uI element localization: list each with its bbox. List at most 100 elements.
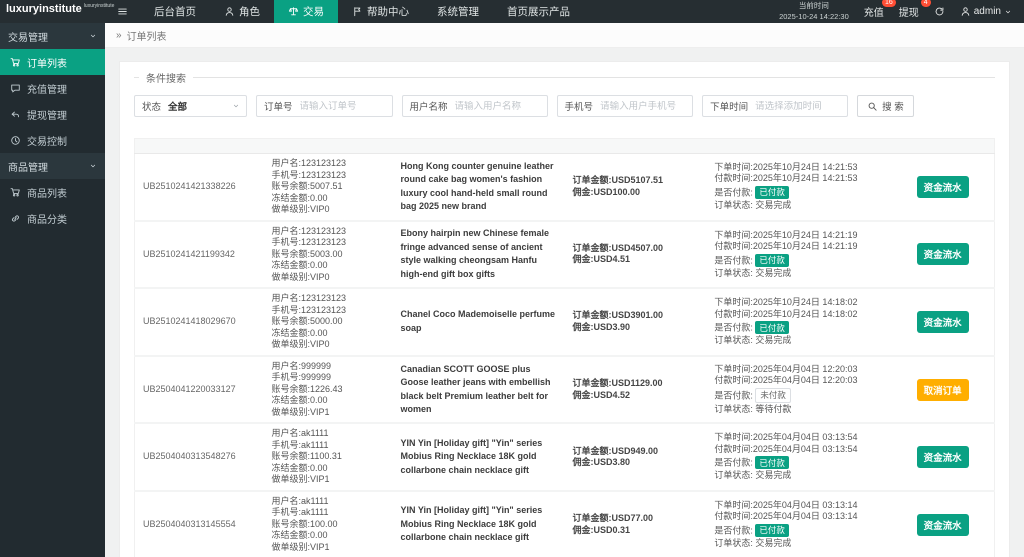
- user-info: 用户名:123123123 手机号:123123123 账号余额:5000.00…: [263, 288, 393, 357]
- status-select[interactable]: 全部: [168, 99, 246, 113]
- nav-item-label: 后台首页: [154, 6, 196, 18]
- order-times: 下单时间:2025年04月04日 03:13:54 付款时间:2025年04月0…: [714, 432, 858, 454]
- order-time-filter: 下单时间: [702, 95, 849, 117]
- status-label: 状态: [142, 102, 162, 113]
- topbar: luxuryinstitute luxuryinstitute 后台首页 角色 …: [0, 0, 1024, 23]
- nav-item[interactable]: 系统管理: [423, 0, 493, 23]
- chevron-down-icon: [89, 162, 97, 170]
- order-no-input[interactable]: [299, 100, 392, 112]
- table-header-cell: [263, 138, 393, 154]
- search-button[interactable]: 搜 索: [857, 95, 914, 117]
- withdraw-badge: 4: [920, 0, 931, 7]
- time-status-cell: 下单时间:2025年10月24日 14:18:02 付款时间:2025年10月2…: [706, 288, 892, 357]
- time-status-cell: 下单时间:2025年04月04日 12:20:03 付款时间:2025年04月0…: [706, 355, 892, 425]
- admin-menu[interactable]: admin: [960, 6, 1012, 17]
- pay-status-badge: 已付款: [755, 253, 789, 267]
- order-time-input[interactable]: [755, 100, 848, 112]
- username-label: 用户名称: [409, 102, 448, 113]
- action-button[interactable]: 资金流水: [916, 446, 969, 469]
- order-times: 下单时间:2025年10月24日 14:21:19 付款时间:2025年10月2…: [714, 229, 858, 252]
- pay-status-line: 是否付款: 已付款: [714, 456, 883, 470]
- refresh-button[interactable]: [934, 6, 945, 17]
- action-button[interactable]: 资金流水: [916, 310, 969, 333]
- username-input[interactable]: [454, 100, 547, 112]
- pay-status-badge: 已付款: [755, 456, 789, 470]
- order-status: 订单状态: 交易完成: [714, 267, 792, 278]
- order-number: UB2510241421338226: [134, 153, 264, 222]
- table-header-cell: [134, 138, 264, 154]
- pay-label: 是否付款:: [714, 322, 753, 333]
- pay-label: 是否付款:: [714, 187, 753, 198]
- order-time-label: 下单时间: [710, 102, 749, 113]
- status-value: 全部: [168, 102, 188, 113]
- action-button[interactable]: 资金流水: [916, 513, 969, 536]
- action-button[interactable]: 资金流水: [916, 243, 969, 266]
- nav-item[interactable]: 首页展示产品: [493, 0, 584, 23]
- main-area: » 订单列表 条件搜索 状态 全部 订单号 请输入订单号 用户名称 请输入用户名…: [105, 0, 1024, 557]
- order-status: 订单状态: 交易完成: [714, 335, 792, 346]
- recharge-label: 充值: [863, 8, 884, 19]
- nav-item-icon: [288, 6, 299, 17]
- time-status-cell: 下单时间:2025年10月24日 14:21:53 付款时间:2025年10月2…: [706, 153, 892, 222]
- table-row: UB2510241418029670 用户名:123123123 手机号:123…: [134, 288, 995, 357]
- pay-status-line: 是否付款: 已付款: [714, 253, 883, 267]
- order-number: UB2504040313145554: [134, 490, 264, 557]
- sidebar-item-icon: [10, 57, 21, 68]
- order-amount: 订单金额:USD77.00 佣金:USD0.31: [564, 490, 707, 557]
- time-status-cell: 下单时间:2025年04月04日 03:13:14 付款时间:2025年04月0…: [706, 490, 892, 557]
- sidebar-item[interactable]: 商品列表: [0, 179, 105, 205]
- nav-item[interactable]: 后台首页: [140, 0, 210, 23]
- product-name: Canadian SCOTT GOOSE plus Goose leather …: [392, 355, 565, 425]
- action-button[interactable]: 取消订单: [916, 378, 969, 401]
- order-no-label: 订单号: [264, 102, 293, 113]
- refresh-icon: [934, 6, 945, 17]
- pay-status-badge: 已付款: [755, 523, 789, 538]
- order-no-filter: 订单号: [256, 95, 393, 117]
- sidebar-item[interactable]: 充值管理: [0, 75, 105, 101]
- recharge-link[interactable]: 充值 16: [863, 0, 896, 19]
- time-status-cell: 下单时间:2025年10月24日 14:21:19 付款时间:2025年10月2…: [706, 220, 892, 290]
- withdraw-link[interactable]: 提现 4: [899, 0, 931, 19]
- sidebar-item[interactable]: 交易控制: [0, 127, 105, 153]
- table-header-cell: [392, 138, 565, 154]
- nav-item[interactable]: 交易: [274, 0, 338, 23]
- phone-filter: 手机号: [556, 95, 694, 117]
- top-nav: 后台首页 角色 交易 帮助中心 系统管理 首页展示产品: [140, 0, 584, 23]
- product-name: YIN Yin [Holiday gift] "Yin" series Mobi…: [392, 423, 565, 492]
- username-filter: 用户名称: [401, 95, 548, 117]
- table-header-cell: [564, 138, 707, 154]
- nav-item-icon: [352, 6, 363, 17]
- order-times: 下单时间:2025年10月24日 14:21:53 付款时间:2025年10月2…: [714, 161, 858, 184]
- nav-item[interactable]: 帮助中心: [338, 0, 423, 23]
- phone-input[interactable]: [600, 100, 693, 112]
- pay-status-badge: 已付款: [755, 321, 789, 335]
- status-filter: 状态 全部: [134, 95, 248, 117]
- table-row: UB2504041220033127 用户名:999999 手机号:999999…: [134, 355, 995, 425]
- user-info: 用户名:ak1111 手机号:ak1111 账号余额:100.00 冻结金额:0…: [263, 490, 393, 557]
- sidebar-item-label: 提现管理: [27, 110, 67, 122]
- order-times: 下单时间:2025年10月24日 14:18:02 付款时间:2025年10月2…: [714, 297, 858, 319]
- menu-toggle-button[interactable]: [105, 0, 140, 23]
- filter-panel: 条件搜索 状态 全部 订单号 用户名称: [134, 70, 995, 128]
- sidebar-item-label: 商品分类: [27, 214, 67, 226]
- sidebar-item[interactable]: 商品管理: [0, 153, 105, 179]
- table-row: UB2504040313548276 用户名:ak1111 手机号:ak1111…: [134, 423, 995, 492]
- order-status: 订单状态: 等待付款: [714, 403, 792, 414]
- sidebar-item[interactable]: 交易管理: [0, 23, 105, 49]
- action-button[interactable]: 资金流水: [916, 175, 969, 198]
- order-status: 订单状态: 交易完成: [714, 200, 792, 211]
- pay-label: 是否付款:: [714, 525, 753, 536]
- orders-table-body: UB2510241421338226 用户名:123123123 手机号:123…: [134, 153, 995, 557]
- product-name: Ebony hairpin new Chinese female fringe …: [392, 220, 565, 290]
- sidebar-item[interactable]: 商品分类: [0, 205, 105, 231]
- sidebar-item[interactable]: 提现管理: [0, 101, 105, 127]
- phone-label: 手机号: [564, 102, 594, 113]
- order-status: 订单状态: 交易完成: [714, 538, 792, 549]
- nav-item[interactable]: 角色: [210, 0, 274, 23]
- orders-table: UB2510241421338226 用户名:123123123 手机号:123…: [134, 138, 995, 557]
- recharge-badge: 16: [881, 0, 896, 7]
- pay-status-line: 是否付款: 已付款: [714, 185, 883, 200]
- sidebar-item[interactable]: 订单列表: [0, 49, 105, 75]
- orders-card: 条件搜索 状态 全部 订单号 用户名称: [119, 61, 1010, 557]
- nav-item-label: 交易: [303, 6, 324, 18]
